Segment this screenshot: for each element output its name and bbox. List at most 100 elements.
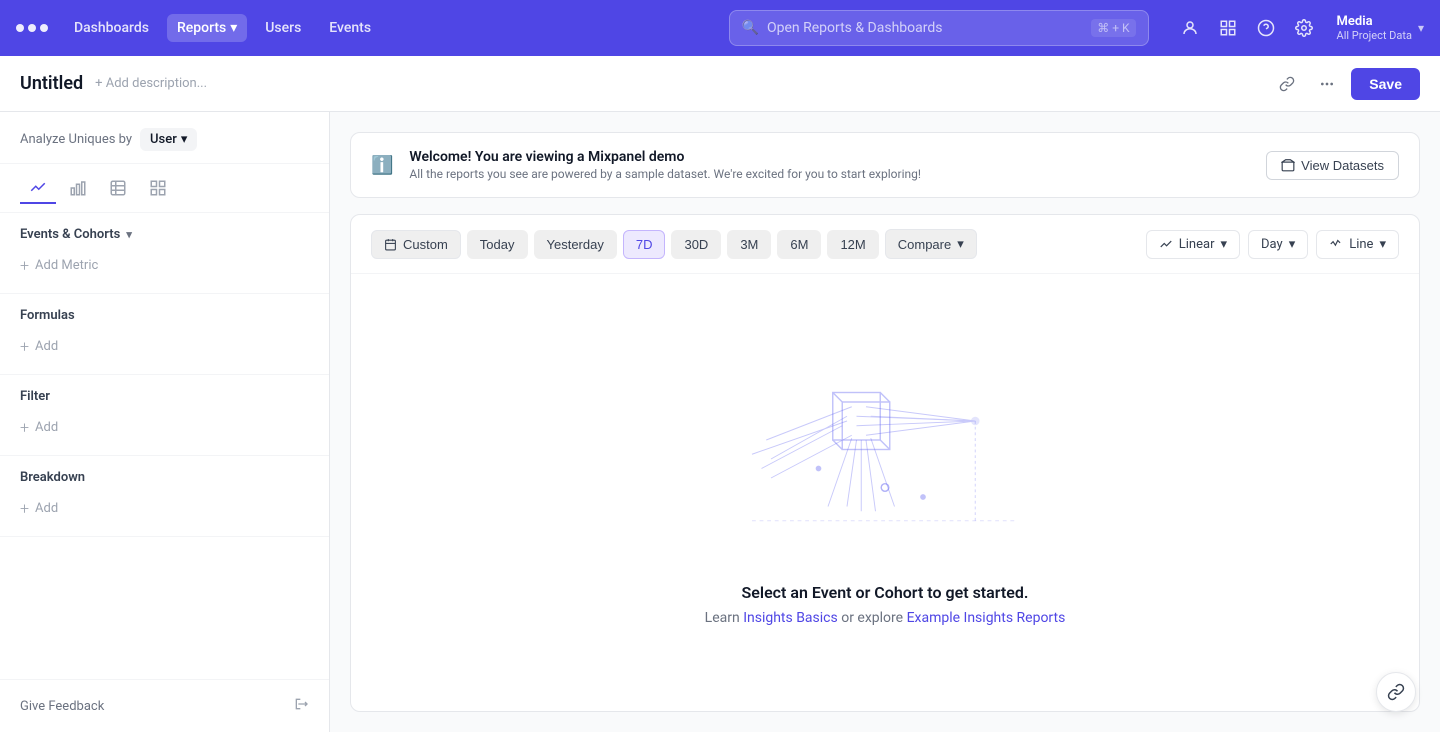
- plus-icon: +: [20, 499, 29, 518]
- search-bar[interactable]: 🔍 Open Reports & Dashboards ⌘ + K: [729, 10, 1149, 46]
- banner-text: Welcome! You are viewing a Mixpanel demo…: [409, 149, 921, 181]
- day-label: Day: [1261, 237, 1283, 252]
- search-icon: 🔍: [742, 20, 759, 36]
- sidebar: Analyze Uniques by User ▾ Event: [0, 112, 330, 732]
- user-account[interactable]: Media All Project Data ▾: [1337, 14, 1424, 42]
- nav-reports[interactable]: Reports ▾: [167, 14, 247, 42]
- add-metric-label: Add Metric: [35, 258, 98, 273]
- chart-options: Linear ▾ Day ▾ Line ▾: [1146, 230, 1399, 259]
- filter-label: Filter: [20, 389, 50, 404]
- plus-icon: +: [20, 337, 29, 356]
- time-btn-12m[interactable]: 12M: [827, 230, 878, 259]
- time-btn-3m[interactable]: 3M: [727, 230, 771, 259]
- sidebar-footer: Give Feedback: [0, 679, 329, 732]
- chevron-down-icon: ▾: [957, 236, 964, 252]
- linear-select[interactable]: Linear ▾: [1146, 230, 1240, 259]
- formulas-label: Formulas: [20, 308, 75, 323]
- logo-dot-3: [40, 24, 48, 32]
- insights-basics-link[interactable]: Insights Basics: [743, 610, 838, 626]
- filter-section: Filter + Add: [0, 375, 329, 456]
- info-icon: ℹ️: [371, 155, 393, 176]
- collapse-sidebar-icon[interactable]: [293, 696, 309, 716]
- app-logo[interactable]: [16, 24, 48, 32]
- formulas-header: Formulas: [20, 308, 309, 323]
- logo-dots: [16, 24, 48, 32]
- time-btn-7d[interactable]: 7D: [623, 230, 666, 259]
- nav-events[interactable]: Events: [319, 14, 381, 42]
- time-btn-30d[interactable]: 30D: [671, 230, 721, 259]
- events-cohorts-header[interactable]: Events & Cohorts ▾: [20, 227, 309, 242]
- time-btn-custom[interactable]: Custom: [371, 230, 461, 259]
- chart-tab-line[interactable]: [20, 172, 56, 204]
- chart-type-tabs: [0, 164, 329, 213]
- more-options-icon[interactable]: [1311, 68, 1343, 100]
- add-breakdown-label: Add: [35, 501, 58, 516]
- compare-button[interactable]: Compare ▾: [885, 229, 977, 259]
- feedback-link[interactable]: Give Feedback: [20, 699, 104, 714]
- report-title: Untitled: [20, 73, 83, 94]
- analyze-select[interactable]: User ▾: [140, 128, 197, 151]
- user-icon-btn[interactable]: [1173, 11, 1207, 45]
- add-breakdown-item[interactable]: + Add: [20, 495, 309, 522]
- line-label: Line: [1349, 237, 1373, 252]
- top-navigation: Dashboards Reports ▾ Users Events 🔍 Open…: [0, 0, 1440, 56]
- chart-tab-table[interactable]: [100, 172, 136, 204]
- plus-icon: +: [20, 418, 29, 437]
- view-datasets-label: View Datasets: [1301, 158, 1384, 173]
- logo-dot-2: [28, 24, 36, 32]
- breakdown-label: Breakdown: [20, 470, 85, 485]
- banner-title: Welcome! You are viewing a Mixpanel demo: [409, 149, 921, 165]
- chevron-down-icon: ▾: [1289, 237, 1296, 252]
- chevron-down-icon: ▾: [230, 20, 237, 36]
- chart-empty-state: Select an Event or Cohort to get started…: [351, 274, 1419, 711]
- add-formula-label: Add: [35, 339, 58, 354]
- chevron-down-icon: ▾: [126, 228, 132, 241]
- chart-panel: Custom Today Yesterday 7D 30D 3M: [350, 214, 1420, 712]
- report-description[interactable]: + Add description...: [95, 76, 207, 91]
- time-btn-yesterday[interactable]: Yesterday: [534, 230, 617, 259]
- user-subtitle: All Project Data: [1337, 29, 1412, 42]
- copy-link-icon[interactable]: [1271, 68, 1303, 100]
- report-header: Untitled + Add description... Save: [0, 56, 1440, 112]
- add-formula-item[interactable]: + Add: [20, 333, 309, 360]
- day-select[interactable]: Day ▾: [1248, 230, 1308, 259]
- add-metric-item[interactable]: + Add Metric: [20, 252, 309, 279]
- line-select[interactable]: Line ▾: [1316, 230, 1399, 259]
- chevron-down-icon: ▾: [1418, 21, 1424, 35]
- breakdown-section: Breakdown + Add: [0, 456, 329, 537]
- add-filter-item[interactable]: + Add: [20, 414, 309, 441]
- chevron-down-icon: ▾: [1379, 237, 1386, 252]
- example-reports-link[interactable]: Example Insights Reports: [907, 610, 1066, 626]
- empty-state-title: Select an Event or Cohort to get started…: [742, 583, 1029, 602]
- search-placeholder: Open Reports & Dashboards: [767, 20, 1083, 36]
- view-datasets-button[interactable]: View Datasets: [1266, 151, 1399, 180]
- time-btn-today[interactable]: Today: [467, 230, 528, 259]
- info-banner: ℹ️ Welcome! You are viewing a Mixpanel d…: [350, 132, 1420, 198]
- main-layout: Analyze Uniques by User ▾ Event: [0, 112, 1440, 732]
- linear-label: Linear: [1179, 237, 1215, 252]
- analyze-row: Analyze Uniques by User ▾: [0, 112, 329, 164]
- compare-label: Compare: [898, 237, 951, 252]
- breakdown-header: Breakdown: [20, 470, 309, 485]
- empty-state-subtitle: Learn Insights Basics or explore Example…: [705, 610, 1066, 626]
- time-btn-6m[interactable]: 6M: [777, 230, 821, 259]
- topnav-icon-group: [1173, 11, 1321, 45]
- chart-tab-bar[interactable]: [60, 172, 96, 204]
- add-filter-label: Add: [35, 420, 58, 435]
- apps-icon-btn[interactable]: [1211, 11, 1245, 45]
- logo-dot-1: [16, 24, 24, 32]
- nav-users[interactable]: Users: [255, 14, 311, 42]
- user-name: Media: [1337, 14, 1412, 29]
- chevron-down-icon: ▾: [1220, 237, 1227, 252]
- search-shortcut: ⌘ + K: [1091, 19, 1135, 37]
- banner-subtitle: All the reports you see are powered by a…: [409, 167, 921, 181]
- nav-dashboards[interactable]: Dashboards: [64, 14, 159, 42]
- settings-icon-btn[interactable]: [1287, 11, 1321, 45]
- content-area: ℹ️ Welcome! You are viewing a Mixpanel d…: [330, 112, 1440, 732]
- help-icon-btn[interactable]: [1249, 11, 1283, 45]
- chart-toolbar: Custom Today Yesterday 7D 30D 3M: [351, 215, 1419, 274]
- report-actions: Save: [1271, 68, 1420, 100]
- chart-tab-grid[interactable]: [140, 172, 176, 204]
- save-button[interactable]: Save: [1351, 68, 1420, 100]
- floating-link-button[interactable]: [1376, 672, 1416, 712]
